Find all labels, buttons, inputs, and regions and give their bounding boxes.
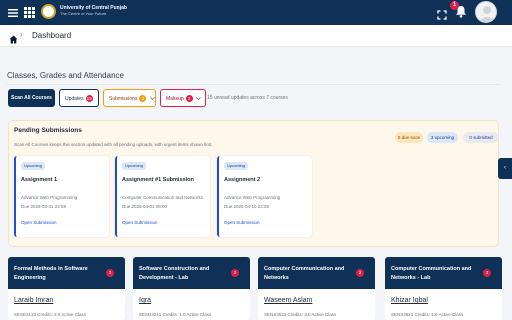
teacher-link[interactable]: Khizar Iqbal <box>391 297 428 304</box>
open-submission-link[interactable]: Open Submission <box>122 220 158 225</box>
course-name: Computer Communication and Networks - La… <box>391 266 472 281</box>
submission-title: Assignment 1 <box>21 177 58 183</box>
open-submission-link[interactable]: Open Submission <box>21 220 57 225</box>
due-soon-badge: 0 due soon <box>395 132 423 143</box>
university-logo[interactable] <box>41 4 56 19</box>
makeup-filter-button[interactable]: Makeup 2 <box>160 89 206 107</box>
status-badge: Upcoming <box>224 162 249 170</box>
course-header: Computer Communication and Networks - La… <box>385 257 502 289</box>
updates-filter-button[interactable]: Updates 15 <box>59 89 99 107</box>
brand-text: University of Central Punjab The Centre … <box>60 5 127 17</box>
scan-all-courses-button[interactable]: Scan All Courses <box>8 89 55 107</box>
pending-description: Scan All Courses keeps this section upda… <box>14 142 213 147</box>
teacher-link[interactable]: Iqra <box>139 297 151 304</box>
course-header: Computer Communication and Networks 2 <box>258 257 375 289</box>
submission-due: Due 2026-04-10 23:59 <box>224 204 270 209</box>
pending-submissions-panel: Pending Submissions Scan All Courses kee… <box>8 120 499 247</box>
submission-title: Assignment #1 Submission <box>122 177 194 183</box>
section-divider <box>7 84 499 85</box>
submission-card: Upcoming Assignment 1 Advance Web Progra… <box>14 156 109 237</box>
open-submission-link[interactable]: Open Submission <box>224 220 260 225</box>
submission-course: Advance Web Programming <box>21 195 78 200</box>
submissions-count: 3 <box>139 95 147 103</box>
makeup-count: 2 <box>185 95 193 103</box>
chevron-down-icon <box>196 97 201 101</box>
breadcrumb-current[interactable]: Dashboard <box>32 31 71 40</box>
submission-card: Upcoming Assignment #1 Submission Comput… <box>115 156 210 237</box>
course-card[interactable]: Software Construction and Development - … <box>133 257 250 320</box>
submissions-label: Submissions <box>109 96 138 102</box>
course-meta: SESE3133 Credits: 3.0 Active Class <box>14 312 87 317</box>
status-badge: Upcoming <box>122 162 147 170</box>
notification-badge[interactable]: 1 <box>450 1 459 10</box>
unread-summary: 15 unread updates across 7 courses <box>207 95 288 101</box>
submission-course: Advance Web Programming <box>224 195 281 200</box>
chevron-down-icon <box>149 97 155 101</box>
course-update-count: 2 <box>231 269 239 277</box>
submitted-badge: 0 submitted <box>463 132 499 143</box>
upcoming-badge: 3 upcoming <box>427 132 458 143</box>
course-update-count: 2 <box>356 269 364 277</box>
updates-count: 15 <box>85 95 93 103</box>
breadcrumb: › Dashboard <box>0 25 512 47</box>
course-name: Computer Communication and Networks <box>264 266 345 281</box>
course-card[interactable]: Formal Methods in Software Engineering 3… <box>8 257 125 320</box>
course-card[interactable]: Computer Communication and Networks - La… <box>385 257 502 320</box>
home-icon[interactable] <box>9 31 18 44</box>
teacher-link[interactable]: Laraib Imran <box>14 297 53 304</box>
makeup-label: Makeup <box>166 96 184 102</box>
breadcrumb-separator: › <box>20 30 23 39</box>
course-update-count: 3 <box>483 269 491 277</box>
submission-title: Assignment 2 <box>224 177 261 183</box>
section-title: Classes, Grades and Attendance <box>7 71 124 80</box>
course-meta: SENS3521 Credits: 1.0 Active Class <box>391 312 464 317</box>
submission-card: Upcoming Assignment 2 Advance Web Progra… <box>217 156 312 237</box>
course-header: Software Construction and Development - … <box>133 257 250 289</box>
submission-due: Due 2026-04-01 09:00 <box>122 204 168 209</box>
grid-icon[interactable] <box>24 7 35 18</box>
submission-course: Computer Communication and Networks <box>122 195 204 200</box>
submissions-filter-button[interactable]: Submissions 3 <box>103 89 156 107</box>
top-navbar: University of Central Punjab The Centre … <box>0 0 512 25</box>
course-header: Formal Methods in Software Engineering 3 <box>8 257 125 289</box>
chevron-left-icon[interactable]: ‹ <box>498 158 512 179</box>
course-name: Software Construction and Development - … <box>139 266 210 281</box>
course-update-count: 3 <box>106 269 114 277</box>
course-meta: SENS3523 Credits: 3.0 Active Class <box>264 312 337 317</box>
course-card[interactable]: Computer Communication and Networks 2 Wa… <box>258 257 375 320</box>
course-name: Formal Methods in Software Engineering <box>14 266 88 281</box>
pending-title: Pending Submissions <box>14 127 82 134</box>
submission-due: Due 2026-03-31 23:59 <box>21 204 67 209</box>
fullscreen-icon[interactable] <box>437 7 447 20</box>
hamburger-icon[interactable] <box>7 6 19 18</box>
teacher-link[interactable]: Waseem Aslam <box>264 297 312 304</box>
status-badge: Upcoming <box>21 162 46 170</box>
course-meta: SESD3241 Credits: 1.0 Active Class <box>139 312 212 317</box>
user-avatar[interactable] <box>475 1 497 23</box>
brand-tagline: The Centre of Your Future <box>60 11 107 16</box>
updates-label: Updates <box>65 96 84 102</box>
